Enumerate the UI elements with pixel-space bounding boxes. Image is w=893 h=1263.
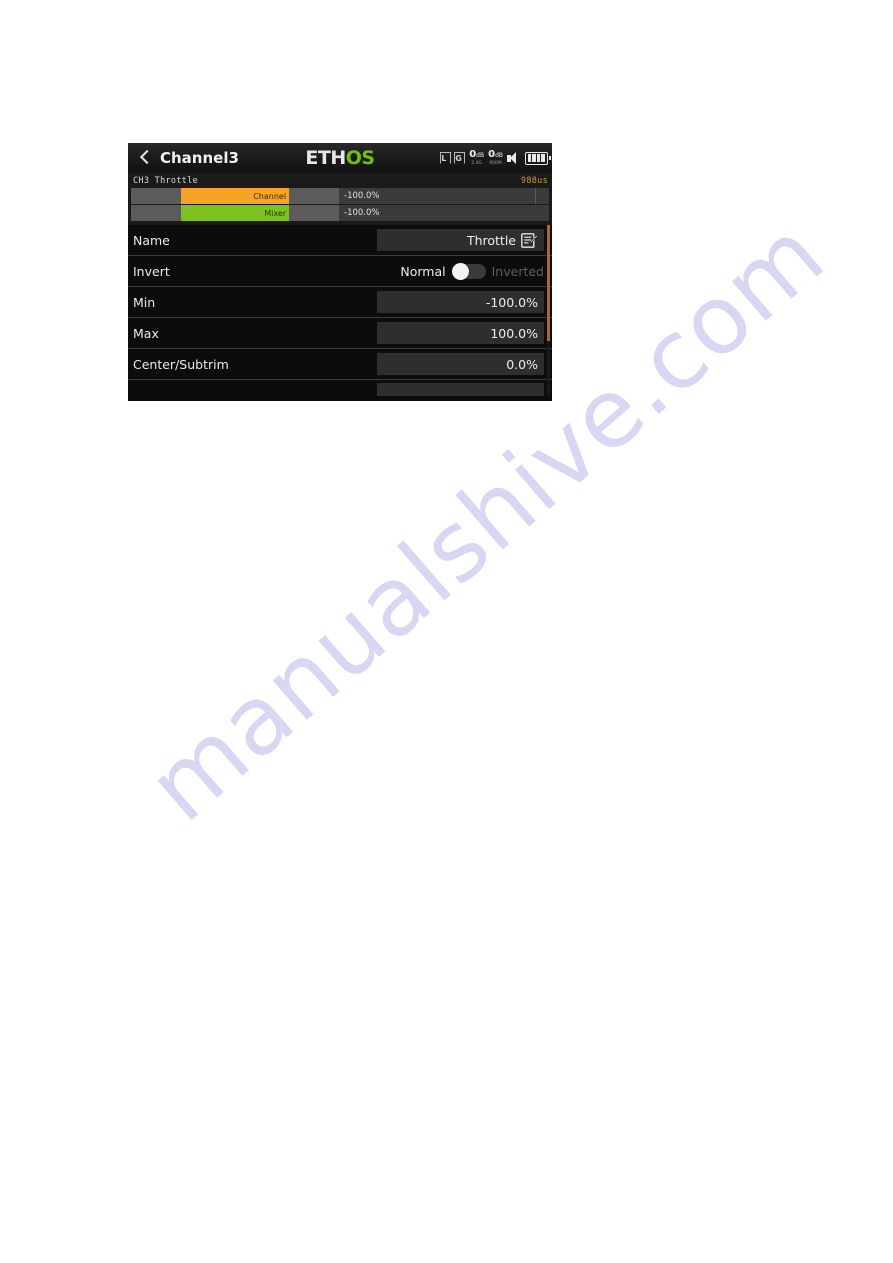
invert-toggle-switch[interactable] xyxy=(451,262,486,280)
settings-row-invert[interactable]: Invert Normal Inverted xyxy=(128,256,552,287)
settings-row-max[interactable]: Max 100.0% xyxy=(128,318,552,349)
settings-row-center-subtrim[interactable]: Center/Subtrim 0.0% xyxy=(128,349,552,380)
row-label-center-subtrim: Center/Subtrim xyxy=(133,356,229,372)
logo-text-primary: ETH xyxy=(305,147,346,169)
mixer-bar-track: Mixer xyxy=(131,205,339,221)
partial-field[interactable] xyxy=(377,383,544,396)
pulse-width-value: 988us xyxy=(520,175,548,186)
gps-module-icon: G xyxy=(454,152,466,164)
titlebar: Channel3 ETHOS L G 0dB 2.4G 0dB 900M xyxy=(128,143,552,173)
max-field[interactable]: 100.0% xyxy=(377,322,544,344)
min-value: -100.0% xyxy=(485,294,538,310)
rf-module-icon: L xyxy=(440,152,452,164)
channel-monitor-header: CH3 Throttle 988us xyxy=(128,173,552,188)
row-label-min: Min xyxy=(133,294,156,310)
name-field[interactable]: Throttle xyxy=(377,229,544,251)
row-label-name: Name xyxy=(133,232,170,248)
channel-bar-label: Channel xyxy=(253,191,287,201)
edit-icon[interactable] xyxy=(521,232,538,248)
mixer-bar-row: Mixer -100.0% xyxy=(131,205,549,221)
rssi-24g-band: 2.4G xyxy=(471,160,482,166)
settings-row-name[interactable]: Name Throttle xyxy=(128,225,552,256)
battery-bar xyxy=(527,154,531,162)
mixer-bar-value: -100.0% xyxy=(344,208,380,218)
page-title: Channel3 xyxy=(160,149,239,167)
rssi-900m-band: 900M xyxy=(489,160,502,166)
channel-bar-tick xyxy=(535,188,536,204)
back-button[interactable] xyxy=(128,143,160,173)
battery-icon xyxy=(525,151,551,165)
max-value: 100.0% xyxy=(490,325,538,341)
row-label-max: Max xyxy=(133,325,159,341)
rssi-900m-unit: dB xyxy=(495,151,503,159)
battery-bar xyxy=(541,154,545,162)
row-label-invert: Invert xyxy=(133,263,170,279)
rssi-24g-unit: dB xyxy=(476,151,485,159)
chevron-left-icon xyxy=(140,151,149,166)
battery-bar xyxy=(536,154,540,162)
settings-row-partial[interactable] xyxy=(128,380,552,396)
channel-bar-fill: Channel xyxy=(180,188,290,204)
gps-module-label: G xyxy=(455,154,462,163)
toggle-knob xyxy=(451,262,469,280)
channel-bar-track: Channel xyxy=(131,188,339,204)
channel-bar-value-cell: -100.0% xyxy=(339,188,549,204)
settings-list: Name Throttle Invert Normal Inverted Min… xyxy=(128,225,552,396)
channel-bar-value: -100.0% xyxy=(344,191,380,201)
rssi-indicator-900m: 0dB 900M xyxy=(488,149,503,167)
invert-option-normal[interactable]: Normal xyxy=(400,264,445,279)
settings-row-min[interactable]: Min -100.0% xyxy=(128,287,552,318)
scrollbar-thumb[interactable] xyxy=(547,225,550,341)
device-screenshot: Channel3 ETHOS L G 0dB 2.4G 0dB 900M CH3… xyxy=(128,143,552,401)
mixer-bar-value-cell: -100.0% xyxy=(339,205,549,221)
rssi-indicator-24g: 0dB 2.4G xyxy=(469,149,485,167)
channel-bar-row: Channel -100.0% xyxy=(131,188,549,204)
center-subtrim-field[interactable]: 0.0% xyxy=(377,353,544,375)
status-bar: L G 0dB 2.4G 0dB 900M xyxy=(440,143,551,173)
channel-monitor-panel: CH3 Throttle 988us Channel -100.0% Mixer xyxy=(128,173,552,225)
mixer-bar-fill: Mixer xyxy=(180,205,290,221)
min-field[interactable]: -100.0% xyxy=(377,291,544,313)
speaker-icon xyxy=(507,151,520,165)
logo-text-accent: OS xyxy=(345,147,375,169)
center-subtrim-value: 0.0% xyxy=(506,356,538,372)
battery-bar xyxy=(532,154,536,162)
mixer-bar-label: Mixer xyxy=(264,208,287,218)
invert-toggle-group[interactable]: Normal Inverted xyxy=(377,256,544,286)
invert-option-inverted[interactable]: Inverted xyxy=(492,264,544,279)
name-value: Throttle xyxy=(466,232,516,248)
channel-name-label: CH3 Throttle xyxy=(133,175,199,186)
rf-module-label: L xyxy=(441,154,447,163)
